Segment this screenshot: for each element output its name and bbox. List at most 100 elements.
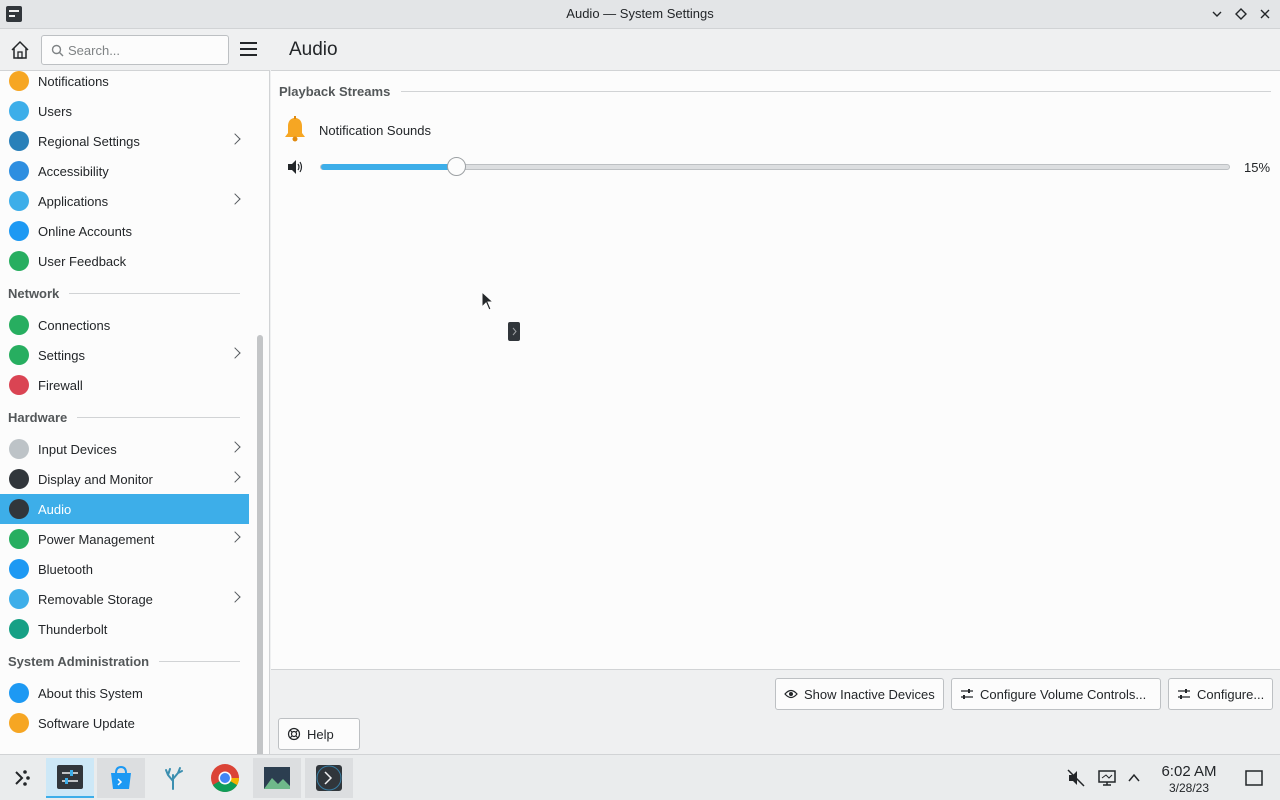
application-launcher-button[interactable]	[0, 758, 44, 798]
search-placeholder: Search...	[68, 43, 121, 58]
sidebar-item-label: Input Devices	[38, 441, 117, 457]
bell-icon	[9, 71, 29, 91]
sidebar-item-online-accounts[interactable]: Online Accounts	[0, 216, 249, 246]
sidebar-item-label: Regional Settings	[38, 133, 140, 149]
window-titlebar: Audio — System Settings	[0, 0, 1280, 29]
taskbar-chrome[interactable]	[201, 758, 249, 798]
sidebar-item-applications[interactable]: Applications	[0, 186, 249, 216]
menu-line	[240, 48, 257, 50]
volume-slider-handle[interactable]	[447, 157, 466, 176]
speaker-icon[interactable]	[287, 159, 305, 175]
digital-clock[interactable]: 6:02 AM 3/28/23	[1150, 763, 1228, 795]
show-desktop-icon	[1245, 770, 1263, 786]
sidebar-section-header: Hardware	[8, 408, 240, 426]
sidebar-item-about-this-system[interactable]: About this System	[0, 678, 249, 708]
show-desktop-button[interactable]	[1245, 770, 1263, 789]
playback-streams-header: Playback Streams	[279, 84, 391, 99]
sidebar-item-users[interactable]: Users	[0, 96, 249, 126]
show-hidden-tray-button[interactable]	[1127, 771, 1141, 788]
globe-settings-icon	[9, 345, 29, 365]
chevron-right-icon	[229, 133, 241, 145]
sidebar-item-label: Power Management	[38, 531, 155, 547]
sidebar-item-label: Online Accounts	[38, 223, 132, 239]
sidebar-item-label: Audio	[38, 501, 72, 517]
sidebar-item-software-update[interactable]: Software Update	[0, 708, 249, 738]
footer-bar: Show Inactive Devices Configure Volume C…	[271, 669, 1280, 754]
terminal-icon	[316, 765, 342, 791]
thunderbolt-icon	[9, 619, 29, 639]
sidebar-section-header: System Administration	[8, 652, 240, 670]
online-accounts-icon	[9, 221, 29, 241]
mouse-cursor-icon	[481, 291, 495, 311]
sidebar-item-label: About this System	[38, 685, 143, 701]
minimize-button[interactable]	[1208, 5, 1226, 23]
chevron-right-icon	[229, 531, 241, 543]
sidebar-item-display-and-monitor[interactable]: Display and Monitor	[0, 464, 249, 494]
system-settings-icon	[57, 765, 83, 789]
section-divider	[401, 91, 1271, 92]
sidebar-item-bluetooth[interactable]: Bluetooth	[0, 554, 249, 584]
taskbar-system-settings[interactable]	[46, 758, 94, 798]
close-icon	[1260, 9, 1270, 19]
chevron-right-icon	[229, 471, 241, 483]
taskbar-app-coral[interactable]	[149, 758, 197, 798]
close-button[interactable]	[1256, 5, 1274, 23]
sidebar-scrollbar[interactable]	[257, 335, 263, 754]
sidebar-item-power-management[interactable]: Power Management	[0, 524, 249, 554]
hamburger-menu-button[interactable]	[240, 42, 257, 56]
help-label: Help	[307, 726, 334, 742]
configure-button[interactable]: Configure...	[1168, 678, 1273, 710]
section-divider	[69, 292, 240, 294]
home-button[interactable]	[9, 39, 31, 61]
sliders-icon	[961, 689, 973, 699]
info-icon	[9, 683, 29, 703]
sidebar-item-user-feedback[interactable]: User Feedback	[0, 246, 249, 276]
sidebar-item-firewall[interactable]: Firewall	[0, 370, 249, 400]
sidebar-item-thunderbolt[interactable]: Thunderbolt	[0, 614, 249, 644]
sidebar-item-input-devices[interactable]: Input Devices	[0, 434, 249, 464]
sidebar-item-label: Settings	[38, 347, 85, 363]
sidebar-item-label: Users	[38, 103, 72, 119]
feedback-icon	[9, 251, 29, 271]
taskbar-terminal[interactable]	[305, 758, 353, 798]
taskbar-image-viewer[interactable]	[253, 758, 301, 798]
volume-muted-tray-icon[interactable]	[1067, 769, 1085, 790]
chevron-right-icon	[229, 347, 241, 359]
sliders-icon	[1178, 689, 1190, 699]
sidebar-item-label: Bluetooth	[38, 561, 93, 577]
network-tray-icon[interactable]	[1098, 769, 1116, 790]
sidebar-item-settings[interactable]: Settings	[0, 340, 249, 370]
configure-volume-controls-label: Configure Volume Controls...	[980, 686, 1147, 702]
configure-volume-controls-button[interactable]: Configure Volume Controls...	[951, 678, 1161, 710]
speaker-muted-icon	[1067, 769, 1085, 787]
volume-slider-fill	[321, 164, 458, 170]
search-input[interactable]: Search...	[41, 35, 229, 65]
menu-line	[240, 42, 257, 44]
sidebar-item-accessibility[interactable]: Accessibility	[0, 156, 249, 186]
search-icon	[51, 44, 64, 57]
help-button[interactable]: Help	[278, 718, 360, 750]
monitor-icon	[9, 469, 29, 489]
sidebar-item-connections[interactable]: Connections	[0, 310, 249, 340]
chevron-right-icon	[229, 193, 241, 205]
sidebar-item-regional-settings[interactable]: Regional Settings	[0, 126, 249, 156]
sidebar-item-notifications[interactable]: Notifications	[0, 71, 249, 96]
taskbar-discover[interactable]	[97, 758, 145, 798]
show-inactive-devices-button[interactable]: Show Inactive Devices	[775, 678, 944, 710]
diamond-icon	[1235, 8, 1247, 20]
sidebar-item-audio[interactable]: Audio	[0, 494, 249, 524]
taskbar: 6:02 AM 3/28/23	[0, 754, 1280, 800]
sidebar-item-label: Display and Monitor	[38, 471, 153, 487]
sidebar: Notifications Users Regional Settings Acces…	[0, 71, 270, 754]
app-coral-icon	[165, 767, 183, 790]
home-icon	[11, 40, 29, 59]
sidebar-item-label: Notifications	[38, 73, 109, 89]
configure-label: Configure...	[1197, 686, 1265, 702]
drag-handle-popup	[508, 322, 520, 341]
sidebar-item-removable-storage[interactable]: Removable Storage	[0, 584, 249, 614]
maximize-button[interactable]	[1232, 5, 1250, 23]
sidebar-item-label: Connections	[38, 317, 111, 333]
speaker-icon	[9, 499, 29, 519]
bluetooth-icon	[9, 559, 29, 579]
window-title: Audio — System Settings	[566, 6, 714, 21]
